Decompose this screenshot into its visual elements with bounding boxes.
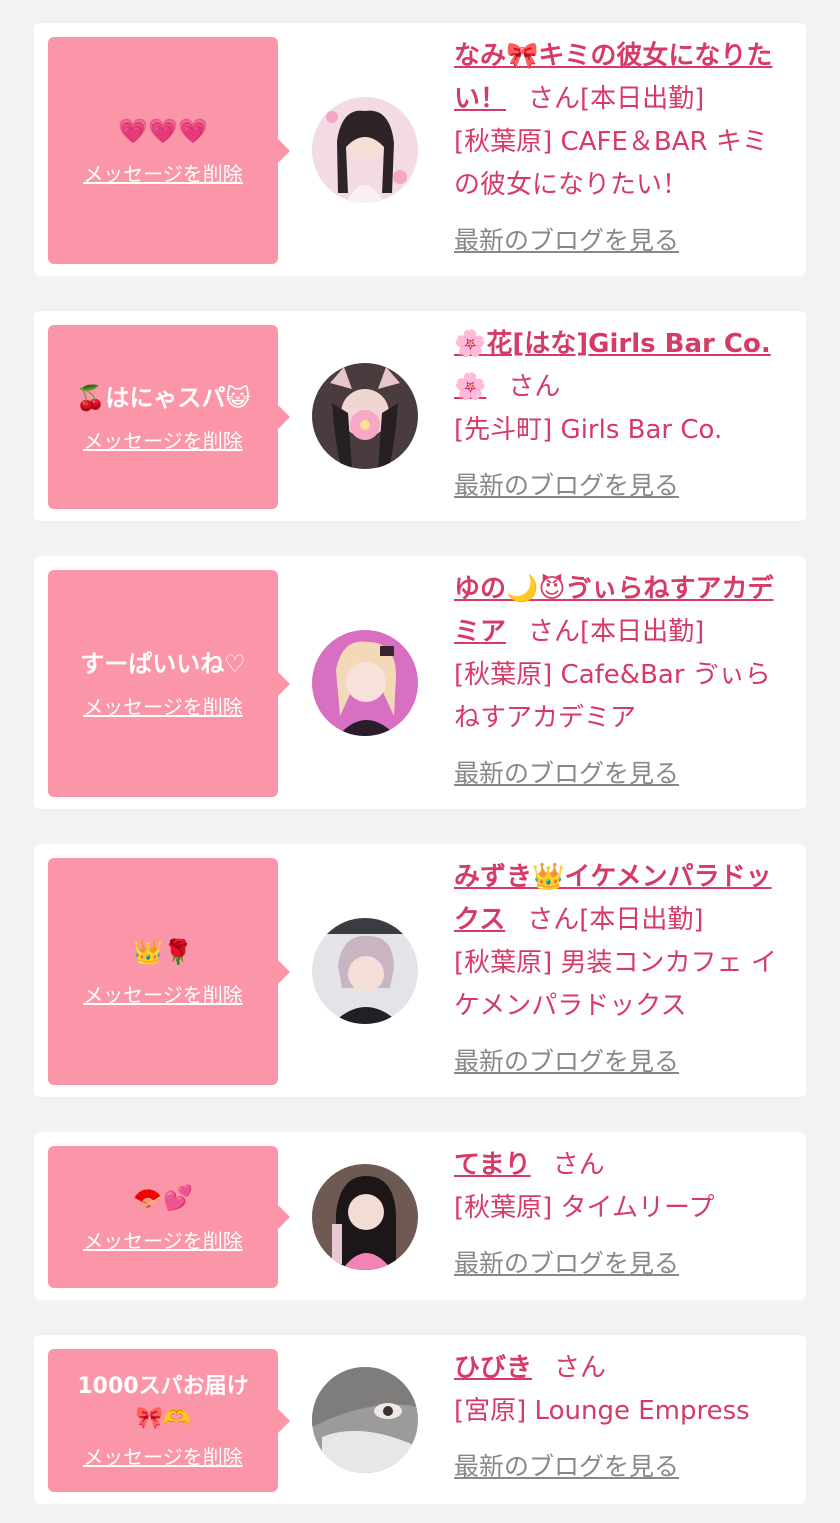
cast-info: てまり さん [秋葉原] タイムリープ 最新のブログを見る xyxy=(454,1144,792,1285)
shop-name: [秋葉原] Cafe&Bar ゔぃらねすアカデミア xyxy=(454,660,771,733)
cast-avatar[interactable] xyxy=(312,1367,418,1473)
cast-info: 🌸花[はな]Girls Bar Co.🌸 さん [先斗町] Girls Bar C… xyxy=(454,323,792,507)
shop-name: [秋葉原] タイムリープ xyxy=(454,1193,715,1223)
honorific: さん xyxy=(554,1353,607,1383)
cast-avatar[interactable] xyxy=(312,630,418,736)
cast-name-link[interactable]: 🌸花[はな]Girls Bar Co.🌸 xyxy=(454,329,771,402)
latest-blog-link[interactable]: 最新のブログを見る xyxy=(454,1040,792,1083)
delete-message-link[interactable]: メッセージを削除 xyxy=(83,979,243,1008)
delete-message-link[interactable]: メッセージを削除 xyxy=(83,425,243,454)
cast-info: ゆの🌙😈ゔぃらねすアカデミア さん[本日出勤] [秋葉原] Cafe&Bar ゔぃ… xyxy=(454,568,792,795)
message-bubble: 👑🌹 メッセージを削除 xyxy=(48,858,290,1085)
cast-avatar[interactable] xyxy=(312,1164,418,1270)
honorific: さん xyxy=(508,372,561,402)
latest-blog-link[interactable]: 最新のブログを見る xyxy=(454,464,792,507)
message-card: 👑🌹 メッセージを削除 みずき👑イケメンパラドックス さん[本日出勤] [秋葉原]… xyxy=(34,844,806,1097)
message-text: 💗💗💗 xyxy=(118,117,208,145)
shop-name: [先斗町] Girls Bar Co. xyxy=(454,415,723,445)
message-card: 1000スパお届け🎀🫶 メッセージを削除 ひびき さん [宮原] Lounge E… xyxy=(34,1335,806,1504)
cast-info: みずき👑イケメンパラドックス さん[本日出勤] [秋葉原] 男装コンカフェ イケメ… xyxy=(454,856,792,1083)
cast-info: なみ🎀キミの彼女になりたい！ さん[本日出勤] [秋葉原] CAFE＆BAR キミ… xyxy=(454,35,792,262)
cast-avatar[interactable] xyxy=(312,363,418,469)
message-text: 1000スパお届け🎀🫶 xyxy=(77,1374,249,1431)
message-card: 🍒はにゃスパ😺 メッセージを削除 🌸花[はな]Girls Bar Co.🌸 さん … xyxy=(34,311,806,521)
shop-name: [秋葉原] 男装コンカフェ イケメンパラドックス xyxy=(454,948,777,1021)
latest-blog-link[interactable]: 最新のブログを見る xyxy=(454,219,792,262)
message-text: 🍒はにゃスパ😺 xyxy=(75,383,251,412)
delete-message-link[interactable]: メッセージを削除 xyxy=(83,1441,243,1470)
message-card: 💗💗💗 メッセージを削除 なみ🎀キミの彼女になりたい！ さん[本日出勤] [秋葉原… xyxy=(34,23,806,276)
message-bubble: 🪭💕 メッセージを削除 xyxy=(48,1146,290,1288)
message-card: すーぱいいね♡ メッセージを削除 ゆの🌙😈ゔぃらねすアカデミア さん[本日出勤] … xyxy=(34,556,806,809)
cast-avatar[interactable] xyxy=(312,918,418,1024)
shop-name: [宮原] Lounge Empress xyxy=(454,1396,750,1426)
cast-name-link[interactable]: ひびき xyxy=(454,1353,532,1383)
shop-name: [秋葉原] CAFE＆BAR キミの彼女になりたい！ xyxy=(454,127,768,200)
honorific: さん xyxy=(528,617,581,647)
latest-blog-link[interactable]: 最新のブログを見る xyxy=(454,1445,792,1488)
latest-blog-link[interactable]: 最新のブログを見る xyxy=(454,1242,792,1285)
honorific: さん xyxy=(528,84,581,114)
work-status: [本日出勤] xyxy=(580,617,705,647)
message-bubble: 1000スパお届け🎀🫶 メッセージを削除 xyxy=(48,1349,290,1492)
message-text: すーぱいいね♡ xyxy=(80,650,246,678)
message-bubble: 🍒はにゃスパ😺 メッセージを削除 xyxy=(48,325,290,509)
honorific: さん xyxy=(527,905,580,935)
cast-info: ひびき さん [宮原] Lounge Empress 最新のブログを見る xyxy=(454,1347,792,1488)
latest-blog-link[interactable]: 最新のブログを見る xyxy=(454,752,792,795)
message-text: 👑🌹 xyxy=(133,938,193,966)
honorific: さん xyxy=(552,1150,605,1180)
work-status: [本日出勤] xyxy=(579,905,704,935)
delete-message-link[interactable]: メッセージを削除 xyxy=(83,1225,243,1254)
work-status: [本日出勤] xyxy=(580,84,705,114)
message-text: 🪭💕 xyxy=(133,1183,193,1212)
delete-message-link[interactable]: メッセージを削除 xyxy=(83,158,243,187)
cast-avatar[interactable] xyxy=(312,97,418,203)
cast-name-link[interactable]: てまり xyxy=(454,1150,531,1180)
message-bubble: すーぱいいね♡ メッセージを削除 xyxy=(48,570,290,797)
message-card: 🪭💕 メッセージを削除 てまり さん [秋葉原] タイムリープ 最新のブログを見る xyxy=(34,1132,806,1300)
message-bubble: 💗💗💗 メッセージを削除 xyxy=(48,37,290,264)
delete-message-link[interactable]: メッセージを削除 xyxy=(83,691,243,720)
